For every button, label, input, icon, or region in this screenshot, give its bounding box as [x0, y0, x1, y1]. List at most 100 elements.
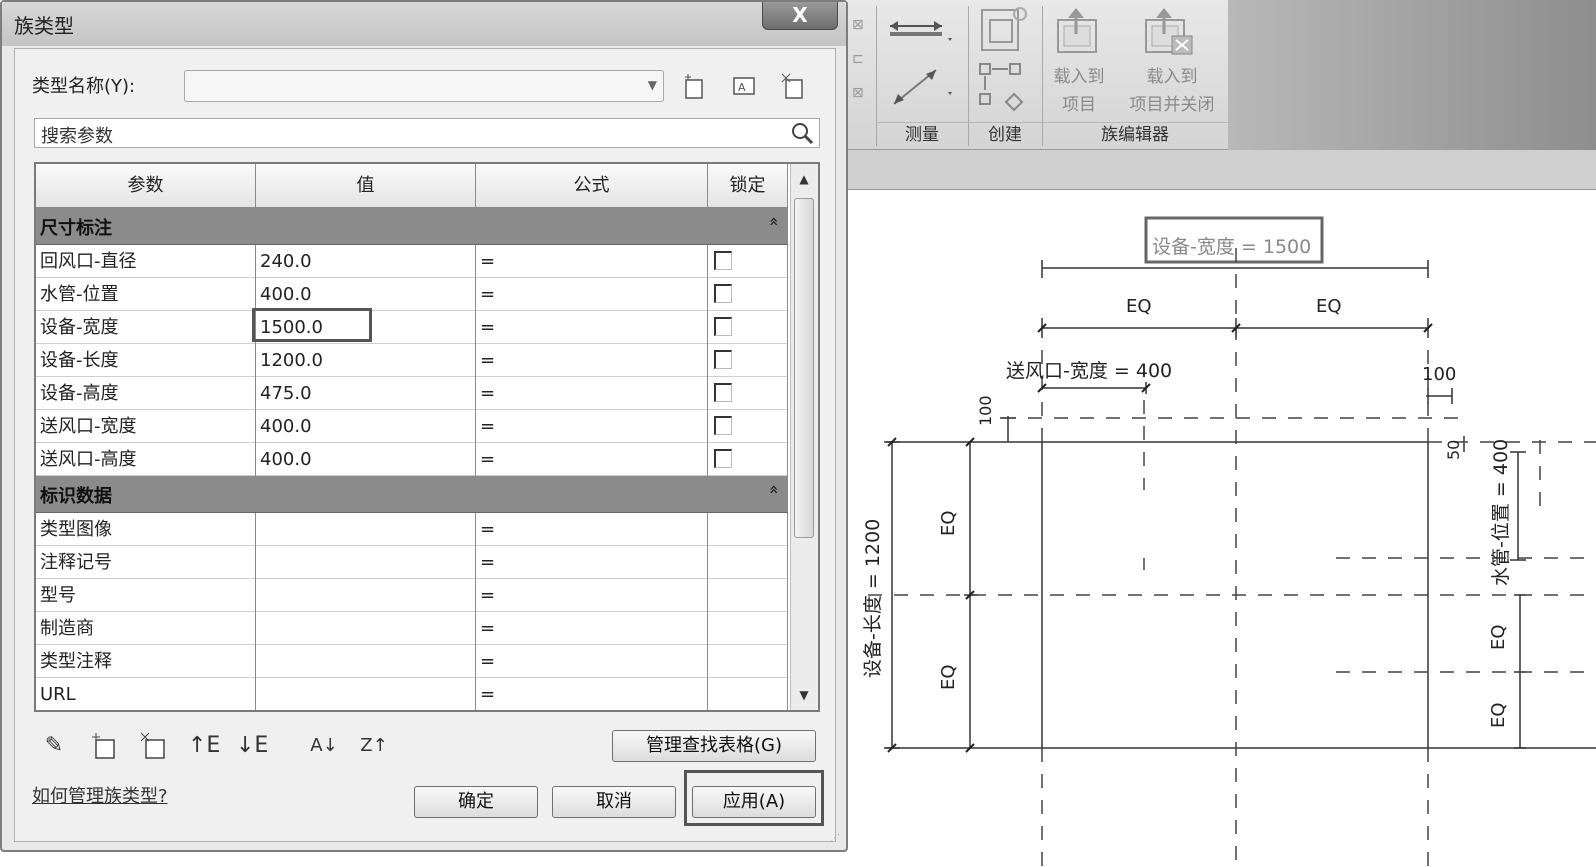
- lock-cell[interactable]: [708, 678, 788, 710]
- lock-cell[interactable]: [708, 513, 788, 546]
- table-row[interactable]: 送风口-宽度 400.0 =: [36, 410, 788, 443]
- parameter-value-cell[interactable]: [256, 612, 476, 645]
- table-row[interactable]: 送风口-高度 400.0 =: [36, 443, 788, 476]
- new-parameter-icon[interactable]: [88, 730, 120, 762]
- lock-checkbox[interactable]: [714, 284, 732, 303]
- table-row[interactable]: 设备-长度 1200.0 =: [36, 344, 788, 377]
- aligned-dimension-icon[interactable]: [886, 12, 956, 42]
- table-row[interactable]: 回风口-直径 240.0 =: [36, 245, 788, 278]
- group-header-row[interactable]: 尺寸标注 »: [36, 208, 788, 245]
- lock-cell[interactable]: [708, 645, 788, 678]
- parameter-value-cell[interactable]: [256, 513, 476, 546]
- chevron-down-icon[interactable]: ▼: [648, 78, 657, 92]
- table-row[interactable]: 类型注释 =: [36, 645, 788, 678]
- lock-checkbox[interactable]: [714, 449, 732, 468]
- dialog-titlebar[interactable]: 族类型 X: [2, 2, 846, 46]
- parameter-formula-cell[interactable]: =: [476, 410, 708, 443]
- close-button[interactable]: X: [762, 2, 838, 30]
- parameter-formula-cell[interactable]: =: [476, 311, 708, 344]
- search-icon[interactable]: [789, 121, 815, 145]
- parameter-value-cell[interactable]: 240.0: [256, 245, 476, 278]
- table-row[interactable]: 注释记号 =: [36, 546, 788, 579]
- eq-label[interactable]: EQ: [1126, 296, 1152, 317]
- table-row[interactable]: 制造商 =: [36, 612, 788, 645]
- lock-checkbox[interactable]: [714, 317, 732, 336]
- parameter-formula-cell[interactable]: =: [476, 278, 708, 311]
- parameter-formula-cell[interactable]: =: [476, 678, 708, 710]
- modify-tools-strip[interactable]: ⊠ ⊏ ⊠: [852, 8, 870, 118]
- table-row[interactable]: 型号 =: [36, 579, 788, 612]
- table-row[interactable]: 类型图像 =: [36, 513, 788, 546]
- ok-button[interactable]: 确定: [414, 786, 538, 818]
- load-into-project-close-icon[interactable]: [1142, 6, 1196, 56]
- dim-50-label[interactable]: 50: [1444, 440, 1463, 460]
- resize-grip-icon[interactable]: ⋰: [830, 833, 840, 844]
- eq-label[interactable]: EQ: [1488, 702, 1509, 728]
- collapse-icon[interactable]: »: [764, 217, 783, 227]
- column-header-formula[interactable]: 公式: [476, 164, 708, 208]
- table-row[interactable]: 设备-高度 475.0 =: [36, 377, 788, 410]
- measure-between-icon[interactable]: [886, 62, 956, 112]
- parameter-formula-cell[interactable]: =: [476, 245, 708, 278]
- table-row[interactable]: 水管-位置 400.0 =: [36, 278, 788, 311]
- parameter-value-cell[interactable]: [256, 645, 476, 678]
- collapse-icon[interactable]: »: [764, 485, 783, 495]
- parameter-formula-cell[interactable]: =: [476, 443, 708, 476]
- array-icon[interactable]: [976, 60, 1032, 114]
- eq-label[interactable]: EQ: [1488, 624, 1509, 650]
- delete-type-icon[interactable]: [780, 72, 808, 100]
- drawing-canvas[interactable]: 设备-宽度 = 1500 EQ EQ 送风口-宽度 = 400 100 100 …: [848, 190, 1596, 867]
- parameter-value-cell[interactable]: 1200.0: [256, 344, 476, 377]
- parameter-formula-cell[interactable]: =: [476, 377, 708, 410]
- edit-parameter-icon[interactable]: ✎: [38, 730, 70, 762]
- component-icon[interactable]: [976, 4, 1032, 54]
- rename-type-icon[interactable]: A: [730, 72, 758, 100]
- parameter-value-cell[interactable]: 400.0: [256, 443, 476, 476]
- apply-button[interactable]: 应用(A): [692, 786, 816, 818]
- scroll-down-icon[interactable]: ▼: [791, 682, 817, 708]
- parameter-value-cell[interactable]: 400.0: [256, 278, 476, 311]
- lock-cell[interactable]: [708, 612, 788, 645]
- parameter-formula-cell[interactable]: =: [476, 612, 708, 645]
- move-down-icon[interactable]: ↓E: [236, 730, 268, 762]
- new-type-icon[interactable]: [680, 72, 708, 100]
- parameter-formula-cell[interactable]: =: [476, 579, 708, 612]
- parameter-formula-cell[interactable]: =: [476, 546, 708, 579]
- scroll-up-icon[interactable]: ▲: [791, 166, 817, 192]
- delete-parameter-icon[interactable]: [138, 730, 170, 762]
- lock-cell[interactable]: [708, 546, 788, 579]
- parameter-value-cell[interactable]: [256, 579, 476, 612]
- load-into-project-close-line1[interactable]: 载入到: [1122, 62, 1222, 87]
- lock-checkbox[interactable]: [714, 251, 732, 270]
- group-header-row[interactable]: 标识数据 »: [36, 476, 788, 513]
- column-header-parameter[interactable]: 参数: [36, 164, 256, 208]
- load-into-project-line1[interactable]: 载入到: [1044, 62, 1114, 87]
- column-header-value[interactable]: 值: [256, 164, 476, 208]
- equipment-length-label[interactable]: 设备-长度 = 1200: [858, 519, 885, 678]
- table-scrollbar[interactable]: ▲ ▼: [790, 164, 818, 710]
- parameter-formula-cell[interactable]: =: [476, 645, 708, 678]
- scroll-thumb[interactable]: [794, 198, 814, 538]
- eq-label[interactable]: EQ: [938, 510, 959, 536]
- search-parameters-input[interactable]: 搜索参数: [34, 118, 820, 148]
- table-row[interactable]: 设备-宽度 1500.0 =: [36, 311, 788, 344]
- manage-lookup-tables-button[interactable]: 管理查找表格(G): [612, 730, 816, 762]
- table-row[interactable]: URL =: [36, 678, 788, 710]
- load-into-project-line2[interactable]: 项目: [1044, 90, 1114, 115]
- lock-checkbox[interactable]: [714, 350, 732, 369]
- help-link[interactable]: 如何管理族类型?: [32, 782, 168, 808]
- load-into-project-close-line2[interactable]: 项目并关闭: [1112, 90, 1232, 115]
- column-header-lock[interactable]: 锁定: [708, 164, 788, 208]
- sort-ascending-icon[interactable]: A↓: [308, 730, 340, 762]
- move-up-icon[interactable]: ↑E: [188, 730, 220, 762]
- load-into-project-icon[interactable]: [1054, 6, 1102, 56]
- lock-cell[interactable]: [708, 579, 788, 612]
- water-pipe-position-label[interactable]: 水管-位置 = 400: [1486, 439, 1513, 586]
- width-parameter-label[interactable]: 设备-宽度 = 1500: [1152, 232, 1311, 259]
- type-name-dropdown[interactable]: ▼: [184, 70, 664, 102]
- parameter-formula-cell[interactable]: =: [476, 513, 708, 546]
- parameter-value-cell[interactable]: [256, 678, 476, 710]
- parameter-value-cell[interactable]: [256, 546, 476, 579]
- air-supply-width-label[interactable]: 送风口-宽度 = 400: [1006, 356, 1172, 383]
- parameter-value-cell[interactable]: 475.0: [256, 377, 476, 410]
